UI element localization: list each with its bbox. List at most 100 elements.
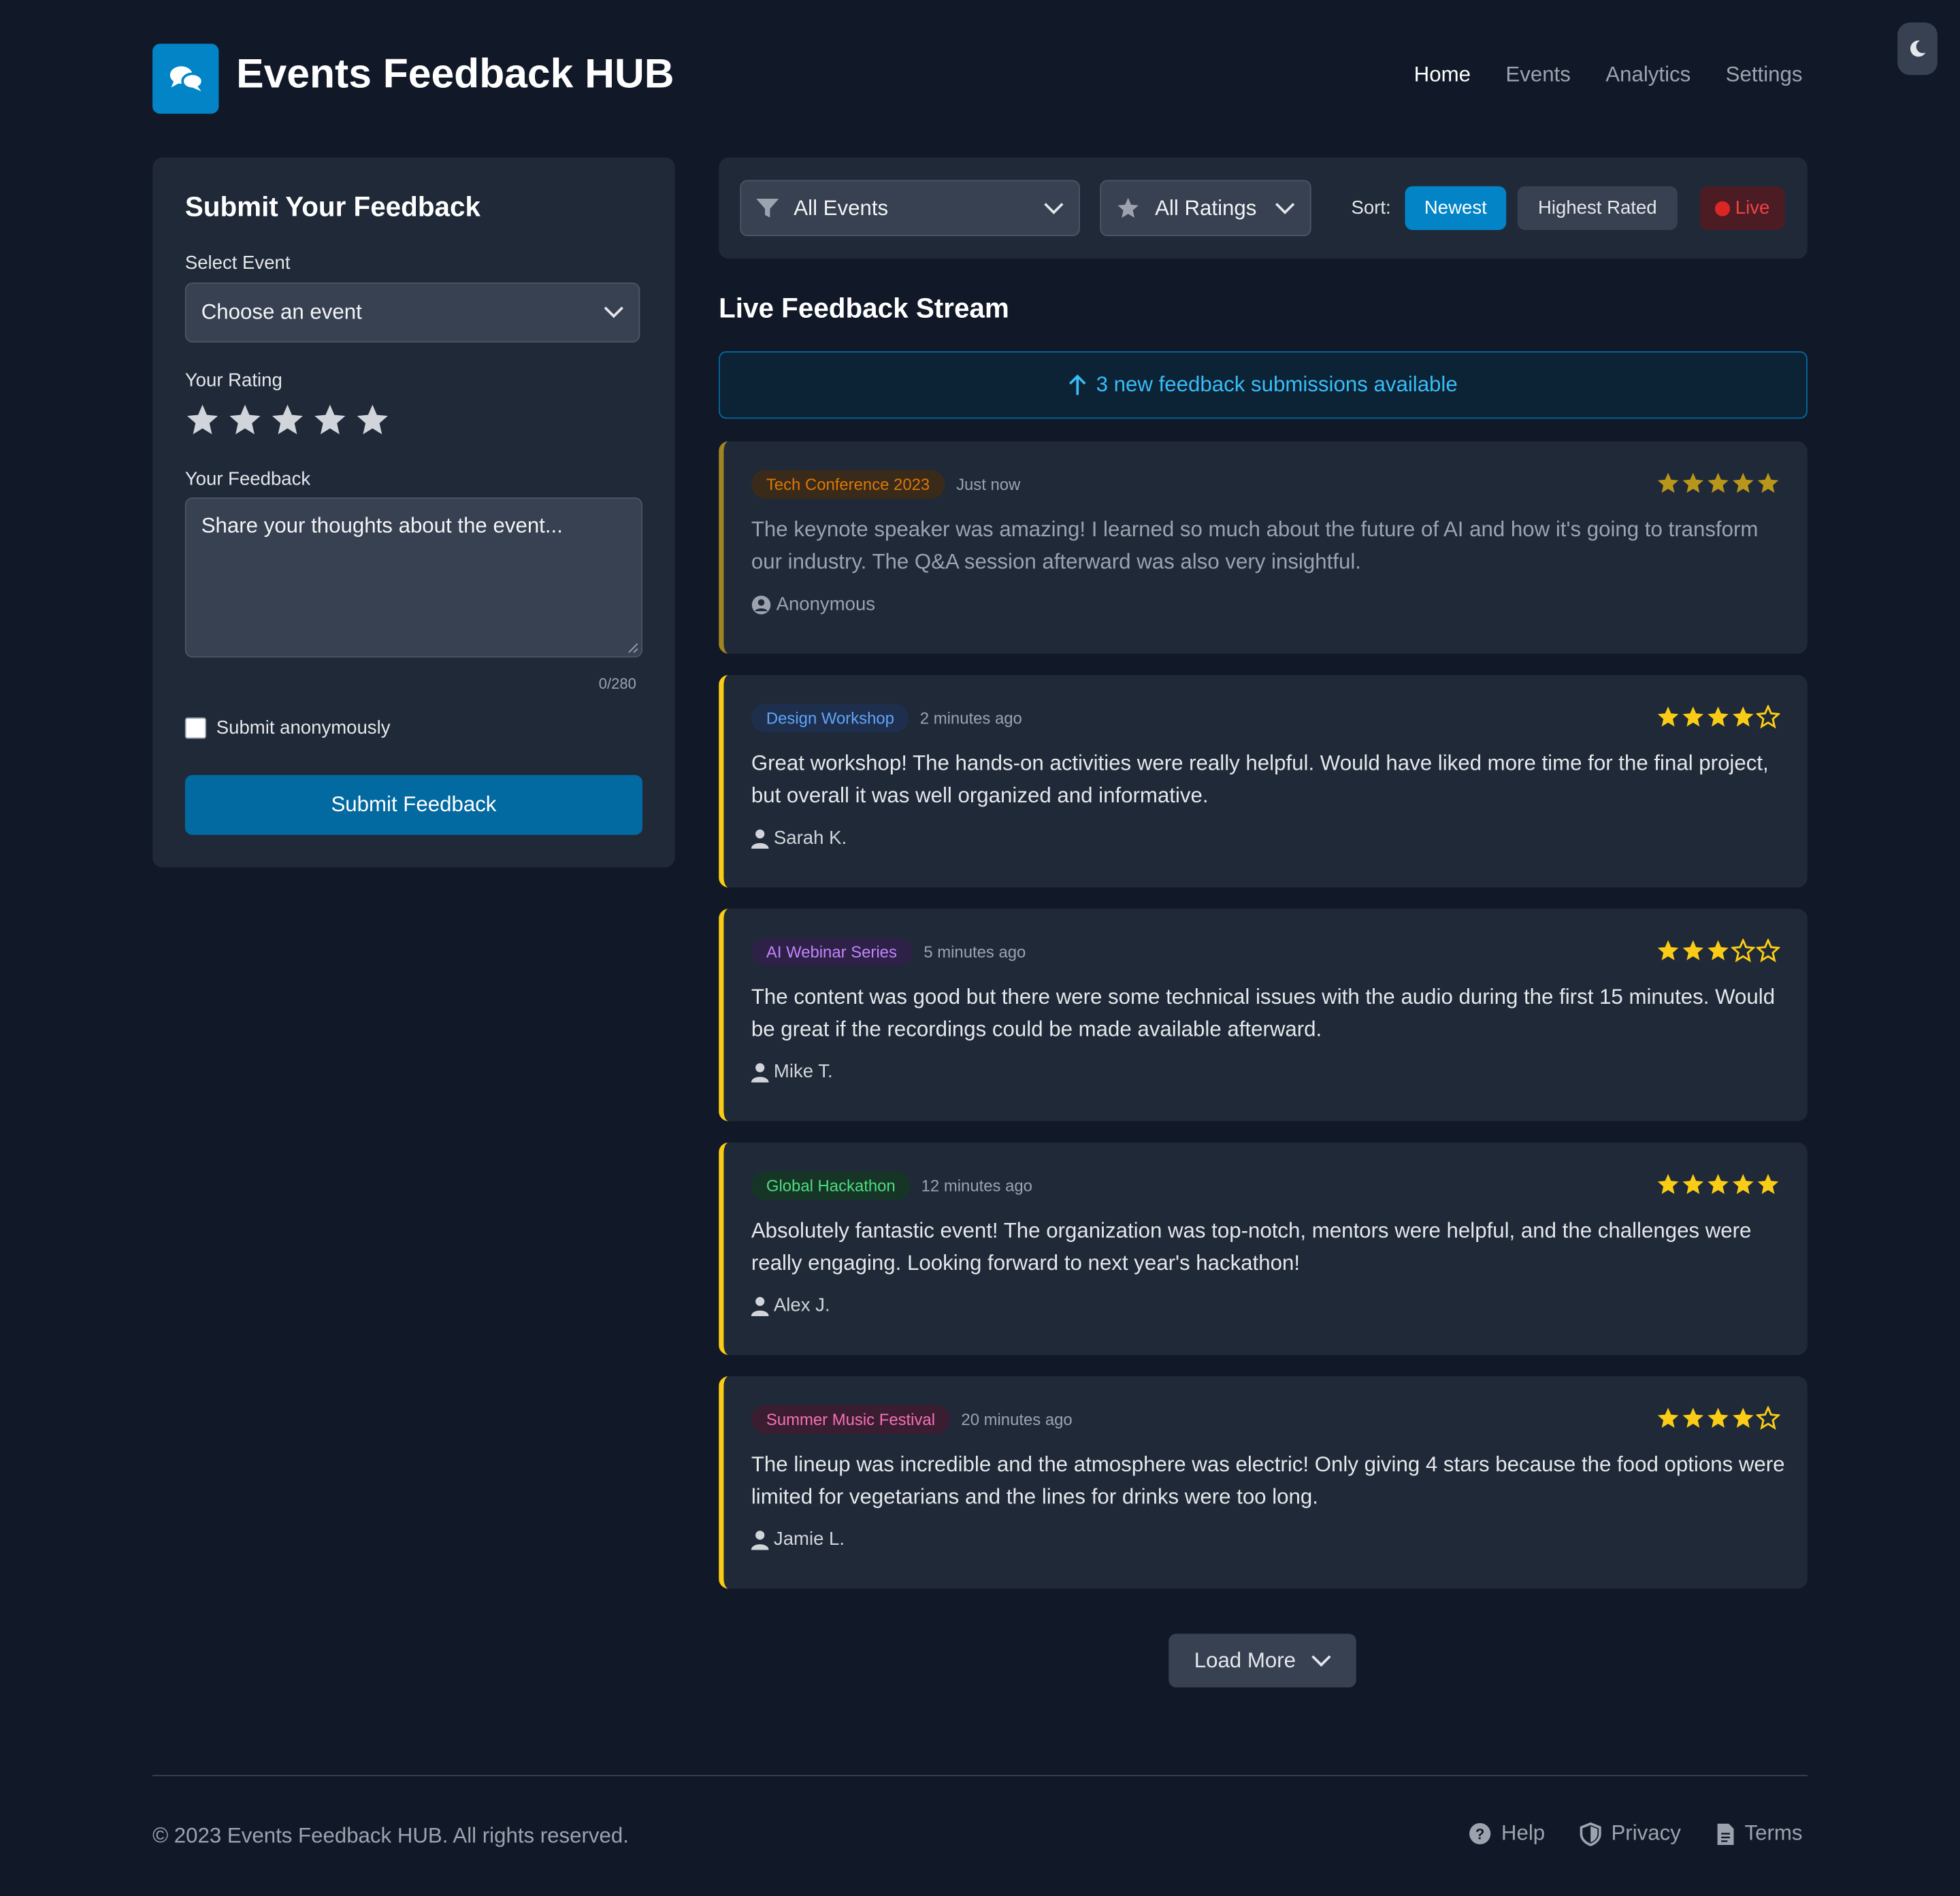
star-filled-icon	[1708, 706, 1729, 727]
star-filled-icon	[1708, 1174, 1729, 1194]
filter-icon	[756, 198, 779, 217]
submit-feedback-button[interactable]: Submit Feedback	[184, 774, 643, 835]
sort-label: Sort:	[1351, 197, 1391, 219]
star-filled-icon	[1733, 706, 1754, 727]
star-filled-icon	[1733, 1407, 1754, 1428]
star-outline-icon	[1756, 938, 1780, 963]
chat-bubbles-icon	[169, 66, 203, 92]
sort-highest-rated-button[interactable]: Highest Rated	[1517, 186, 1678, 230]
event-tag[interactable]: AI Webinar Series	[751, 937, 912, 966]
feedback-time: 2 minutes ago	[919, 708, 1022, 728]
main-nav: Home Events Analytics Settings	[1375, 63, 1803, 88]
app-title: Events Feedback HUB	[236, 50, 674, 97]
feedback-placeholder: Share your thoughts about the event...	[201, 513, 563, 538]
sort-newest-button[interactable]: Newest	[1405, 186, 1507, 230]
event-tag[interactable]: Tech Conference 2023	[751, 470, 945, 499]
user-icon	[751, 1296, 769, 1316]
user-icon	[751, 1062, 769, 1082]
star-filled-icon	[1657, 1407, 1679, 1428]
feedback-card: Tech Conference 2023 Just now The keynote …	[719, 441, 1808, 654]
star-filled-icon	[1757, 1174, 1779, 1194]
event-filter-dropdown[interactable]: All Events	[740, 180, 1080, 237]
live-dot-icon	[1715, 200, 1731, 216]
anonymous-option: Submit anonymously	[184, 717, 391, 739]
rating-stars	[1656, 938, 1780, 963]
user-icon	[751, 828, 769, 849]
feedback-form-panel: Submit Your Feedback Select Event Choose…	[152, 157, 675, 868]
feedback-text: Absolutely fantastic event! The organiza…	[751, 1218, 1752, 1275]
nav-settings[interactable]: Settings	[1726, 63, 1803, 88]
star-outline-icon	[1731, 938, 1755, 963]
star-icon[interactable]	[270, 402, 305, 437]
event-filter-value: All Events	[794, 195, 889, 220]
star-filled-icon	[1657, 472, 1679, 493]
star-icon[interactable]	[227, 402, 262, 437]
feedback-textarea[interactable]: Share your thoughts about the event...	[184, 497, 643, 658]
footer-terms-link[interactable]: Terms	[1716, 1821, 1803, 1846]
copyright: © 2023 Events Feedback HUB. All rights r…	[152, 1823, 629, 1848]
char-counter: 0/280	[598, 674, 636, 693]
footer-help-link[interactable]: ? Help	[1469, 1821, 1545, 1846]
star-icon[interactable]	[185, 402, 220, 437]
star-outline-icon	[1756, 704, 1780, 729]
rating-label: Your Rating	[184, 370, 282, 391]
theme-toggle-button[interactable]	[1897, 22, 1938, 76]
star-icon[interactable]	[312, 402, 347, 437]
load-more-button[interactable]: Load More	[1169, 1633, 1356, 1688]
document-icon	[1717, 1823, 1733, 1845]
chevron-down-icon	[1275, 202, 1295, 214]
star-filled-icon	[1682, 706, 1704, 727]
star-filled-icon	[1733, 472, 1754, 493]
author-name: Anonymous	[776, 593, 876, 615]
star-filled-icon	[1757, 472, 1779, 493]
star-filled-icon	[1733, 1174, 1754, 1194]
footer-privacy-label: Privacy	[1611, 1821, 1681, 1845]
feedback-card: Summer Music Festival 20 minutes ago The l…	[719, 1376, 1808, 1589]
rating-stars	[1656, 471, 1780, 495]
rating-input	[185, 402, 390, 437]
resize-grip-icon[interactable]	[626, 641, 638, 653]
svg-text:?: ?	[1475, 1826, 1484, 1843]
event-tag[interactable]: Design Workshop	[751, 704, 909, 733]
logo	[152, 44, 219, 114]
shield-icon	[1580, 1821, 1601, 1846]
feedback-text: The lineup was incredible and the atmosp…	[751, 1452, 1785, 1509]
feedback-time: 20 minutes ago	[961, 1409, 1073, 1429]
star-icon[interactable]	[355, 402, 390, 437]
user-icon	[751, 1530, 769, 1550]
event-tag[interactable]: Global Hackathon	[751, 1171, 911, 1200]
rating-filter-value: All Ratings	[1155, 195, 1257, 220]
live-toggle-button[interactable]: Live	[1699, 186, 1785, 230]
feedback-card: AI Webinar Series 5 minutes ago The conten…	[719, 909, 1808, 1122]
feedback-author: Jamie L.	[751, 1529, 845, 1550]
chevron-down-icon	[1044, 202, 1064, 214]
nav-home[interactable]: Home	[1414, 63, 1471, 88]
event-tag[interactable]: Summer Music Festival	[751, 1405, 951, 1434]
nav-events[interactable]: Events	[1505, 63, 1570, 88]
anonymous-label[interactable]: Submit anonymously	[216, 717, 391, 738]
rating-stars	[1656, 1406, 1780, 1431]
new-feedback-banner[interactable]: 3 new feedback submissions available	[719, 351, 1808, 419]
filter-bar: All Events All Ratings Sort: Newest High…	[719, 157, 1808, 259]
star-filled-icon	[1708, 940, 1729, 961]
feedback-text: The keynote speaker was amazing! I learn…	[751, 517, 1759, 574]
feedback-time: Just now	[956, 474, 1021, 494]
feedback-author: Sarah K.	[751, 828, 847, 849]
feedback-author: Alex J.	[751, 1295, 830, 1316]
event-select[interactable]: Choose an event	[184, 282, 640, 343]
nav-analytics[interactable]: Analytics	[1605, 63, 1690, 88]
footer-privacy-link[interactable]: Privacy	[1580, 1821, 1681, 1846]
event-select-label: Select Event	[184, 252, 291, 274]
footer-links: ? Help Privacy Terms	[1375, 1821, 1803, 1846]
star-filled-icon	[1708, 472, 1729, 493]
new-feedback-text: 3 new feedback submissions available	[1096, 372, 1458, 397]
star-filled-icon	[1657, 706, 1679, 727]
star-filled-icon	[1657, 940, 1679, 961]
star-icon	[1117, 197, 1139, 218]
anonymous-checkbox[interactable]	[184, 717, 207, 739]
author-name: Sarah K.	[773, 827, 847, 849]
rating-filter-dropdown[interactable]: All Ratings	[1100, 180, 1311, 237]
author-name: Jamie L.	[773, 1529, 845, 1550]
feedback-text: Great workshop! The hands-on activities …	[751, 751, 1769, 808]
star-filled-icon	[1682, 1407, 1704, 1428]
